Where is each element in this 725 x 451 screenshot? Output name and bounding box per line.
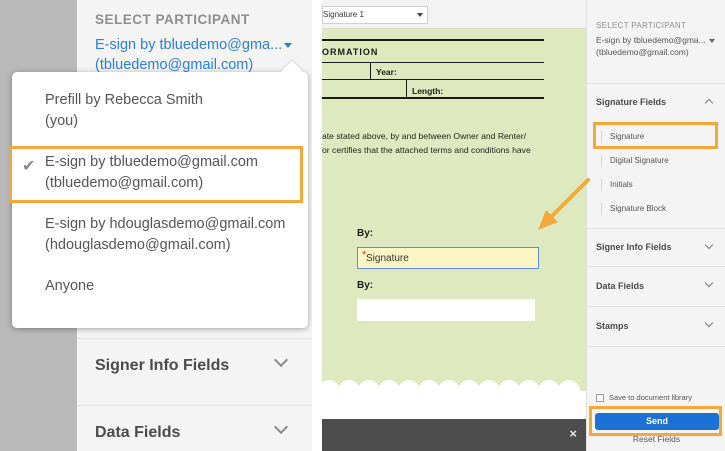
caret-down-icon bbox=[708, 38, 715, 43]
scallop bbox=[538, 380, 560, 402]
scallop bbox=[378, 380, 400, 402]
divider bbox=[587, 346, 725, 347]
participant-select-line1: E-sign by tbluedemo@gma... bbox=[95, 37, 283, 53]
signature-field[interactable]: * Signature bbox=[357, 247, 539, 269]
paragraph-line: ate stated above, by and between Owner a… bbox=[322, 131, 526, 141]
scallop bbox=[418, 380, 440, 402]
save-to-library-label: Save to document library bbox=[609, 393, 692, 402]
signer-info-fields-section[interactable]: Signer Info Fields bbox=[77, 338, 312, 394]
save-to-library-checkbox[interactable]: Save to document library bbox=[596, 393, 692, 403]
divider bbox=[406, 79, 407, 97]
signer-info-fields-label: Signer Info Fields bbox=[596, 242, 672, 252]
chevron-down-icon bbox=[273, 419, 289, 435]
required-marker: * bbox=[362, 249, 367, 261]
caret-down-icon bbox=[284, 42, 293, 48]
field-selector-value: Signature 1 bbox=[323, 10, 364, 19]
right-side-panel: SELECT PARTICIPANT E-sign by tbluedemo@g… bbox=[586, 0, 725, 451]
field-initials[interactable]: Initials bbox=[601, 179, 633, 191]
caret-down-icon bbox=[417, 13, 423, 17]
scallop bbox=[498, 380, 520, 402]
zoomed-participant-panel: SELECT PARTICIPANT E-sign by tbluedemo@g… bbox=[0, 0, 312, 451]
scallop bbox=[438, 380, 460, 402]
signature-field-empty[interactable] bbox=[357, 299, 535, 321]
document-page: ORMATION Year: Length: ate stated above,… bbox=[322, 29, 587, 419]
signature-fields-label: Signature Fields bbox=[596, 97, 667, 107]
data-fields-label: Data Fields bbox=[596, 281, 645, 291]
select-participant-title: SELECT PARTICIPANT bbox=[95, 12, 250, 27]
signature-fields-section[interactable]: Signature Fields bbox=[587, 83, 725, 119]
scallop bbox=[398, 380, 420, 402]
data-fields-section[interactable]: Data Fields bbox=[587, 266, 725, 306]
scallop bbox=[518, 380, 540, 402]
divider bbox=[322, 97, 544, 99]
document-toolbar: Signature 1 bbox=[322, 0, 587, 29]
select-participant-title: SELECT PARTICIPANT bbox=[596, 21, 687, 30]
field-signature-block[interactable]: Signature Block bbox=[601, 203, 666, 215]
field-digital-signature[interactable]: Digital Signature bbox=[601, 155, 669, 167]
paragraph-line: or certifies that the attached terms and… bbox=[322, 145, 531, 155]
document-editor: Signature 1 ORMATION Year: Length: ate s… bbox=[322, 0, 725, 451]
signature-field-label: Signature bbox=[366, 253, 409, 264]
screenshot-root: SELECT PARTICIPANT E-sign by tbluedemo@g… bbox=[0, 0, 725, 451]
participant-select[interactable]: E-sign by tbluedemo@gma... (tbluedemo@gm… bbox=[596, 34, 720, 58]
divider bbox=[322, 39, 544, 41]
scallop bbox=[478, 380, 500, 402]
highlight-send-button bbox=[589, 406, 722, 436]
highlight-signature-field-option bbox=[593, 122, 718, 149]
length-label: Length: bbox=[412, 86, 444, 96]
scallop bbox=[558, 380, 580, 402]
chevron-down-icon bbox=[704, 318, 714, 328]
scallop bbox=[358, 380, 380, 402]
section-heading: ORMATION bbox=[322, 47, 379, 57]
chevron-down-icon bbox=[704, 278, 714, 288]
option-email: (hdouglasdemo@gmail.com) bbox=[45, 237, 231, 253]
by-label: By: bbox=[357, 228, 374, 239]
field-selector[interactable]: Signature 1 bbox=[322, 6, 428, 24]
document-bottom-bar: × bbox=[322, 419, 587, 451]
signer-info-fields-label: Signer Info Fields bbox=[95, 357, 230, 374]
participant-option-hdouglasdemo[interactable]: E-sign by hdouglasdemo@gmail.com (hdougl… bbox=[45, 214, 285, 256]
scallop bbox=[338, 380, 360, 402]
option-name: Prefill by Rebecca Smith bbox=[45, 92, 203, 108]
participant-select[interactable]: E-sign by tbluedemo@gma... (tbluedemo@gm… bbox=[95, 35, 310, 75]
chevron-up-icon bbox=[704, 98, 714, 108]
close-icon[interactable]: × bbox=[569, 426, 577, 441]
by-label: By: bbox=[357, 280, 374, 291]
divider bbox=[322, 62, 544, 63]
checkbox-icon bbox=[596, 394, 604, 403]
divider bbox=[370, 62, 371, 79]
data-fields-label: Data Fields bbox=[95, 424, 181, 441]
data-fields-section[interactable]: Data Fields bbox=[77, 405, 312, 451]
option-name: E-sign by hdouglasdemo@gmail.com bbox=[45, 216, 286, 232]
agreement-paragraph: ate stated above, by and between Owner a… bbox=[322, 129, 547, 157]
chevron-down-icon bbox=[273, 352, 289, 368]
page-edge-decoration bbox=[322, 380, 587, 419]
stamps-label: Stamps bbox=[596, 321, 629, 331]
chevron-down-icon bbox=[704, 240, 714, 250]
participant-select-line1: E-sign by tbluedemo@gma... bbox=[596, 35, 706, 45]
option-email: (you) bbox=[45, 113, 79, 129]
participant-select-line2: (tbluedemo@gmail.com) bbox=[95, 57, 254, 73]
participant-select-line2: (tbluedemo@gmail.com) bbox=[596, 47, 689, 57]
stamps-section[interactable]: Stamps bbox=[587, 306, 725, 346]
year-label: Year: bbox=[376, 67, 397, 77]
option-name: Anyone bbox=[45, 278, 95, 294]
scallop bbox=[458, 380, 480, 402]
divider bbox=[322, 79, 544, 80]
participant-option-anyone[interactable]: Anyone bbox=[45, 276, 94, 297]
participant-option-prefill[interactable]: Prefill by Rebecca Smith (you) bbox=[45, 90, 203, 132]
highlight-selected-participant bbox=[9, 146, 303, 203]
signer-info-fields-section[interactable]: Signer Info Fields bbox=[587, 228, 725, 266]
